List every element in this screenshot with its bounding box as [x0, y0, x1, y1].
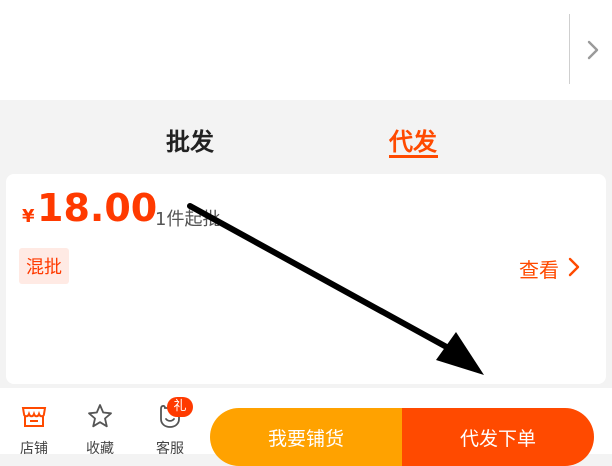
chevron-right-icon[interactable] — [583, 38, 603, 62]
tab-wholesale[interactable]: 批发 — [166, 122, 214, 157]
gift-badge: 礼 — [167, 397, 193, 417]
dropship-order-button[interactable]: 代发下单 — [402, 408, 594, 466]
mixed-batch-badge: 混批 — [19, 248, 69, 284]
chevron-right-icon[interactable] — [567, 256, 581, 278]
active-tab-indicator — [389, 155, 438, 158]
currency-symbol: ¥ — [22, 206, 35, 227]
store-icon — [21, 407, 47, 427]
tab-dropship[interactable]: 代发 — [389, 122, 437, 157]
top-panel — [0, 0, 612, 100]
favorite-label: 收藏 — [86, 441, 114, 454]
service-label: 客服 — [156, 441, 184, 454]
add-to-store-button[interactable]: 我要铺货 — [210, 408, 402, 466]
top-divider — [569, 14, 570, 84]
store-label: 店铺 — [20, 441, 48, 454]
mode-tabs: 批发 代发 — [0, 100, 612, 172]
favorite-nav-item[interactable]: 收藏 — [78, 388, 122, 454]
min-order-text: 1件起批 — [155, 209, 221, 230]
price-card: ¥ 18.00 1件起批 混批 查看 — [6, 174, 606, 384]
star-icon — [88, 404, 112, 428]
view-link[interactable]: 查看 — [519, 254, 559, 283]
price-value: 18.00 — [37, 186, 158, 230]
store-nav-item[interactable]: 店铺 — [12, 388, 56, 454]
